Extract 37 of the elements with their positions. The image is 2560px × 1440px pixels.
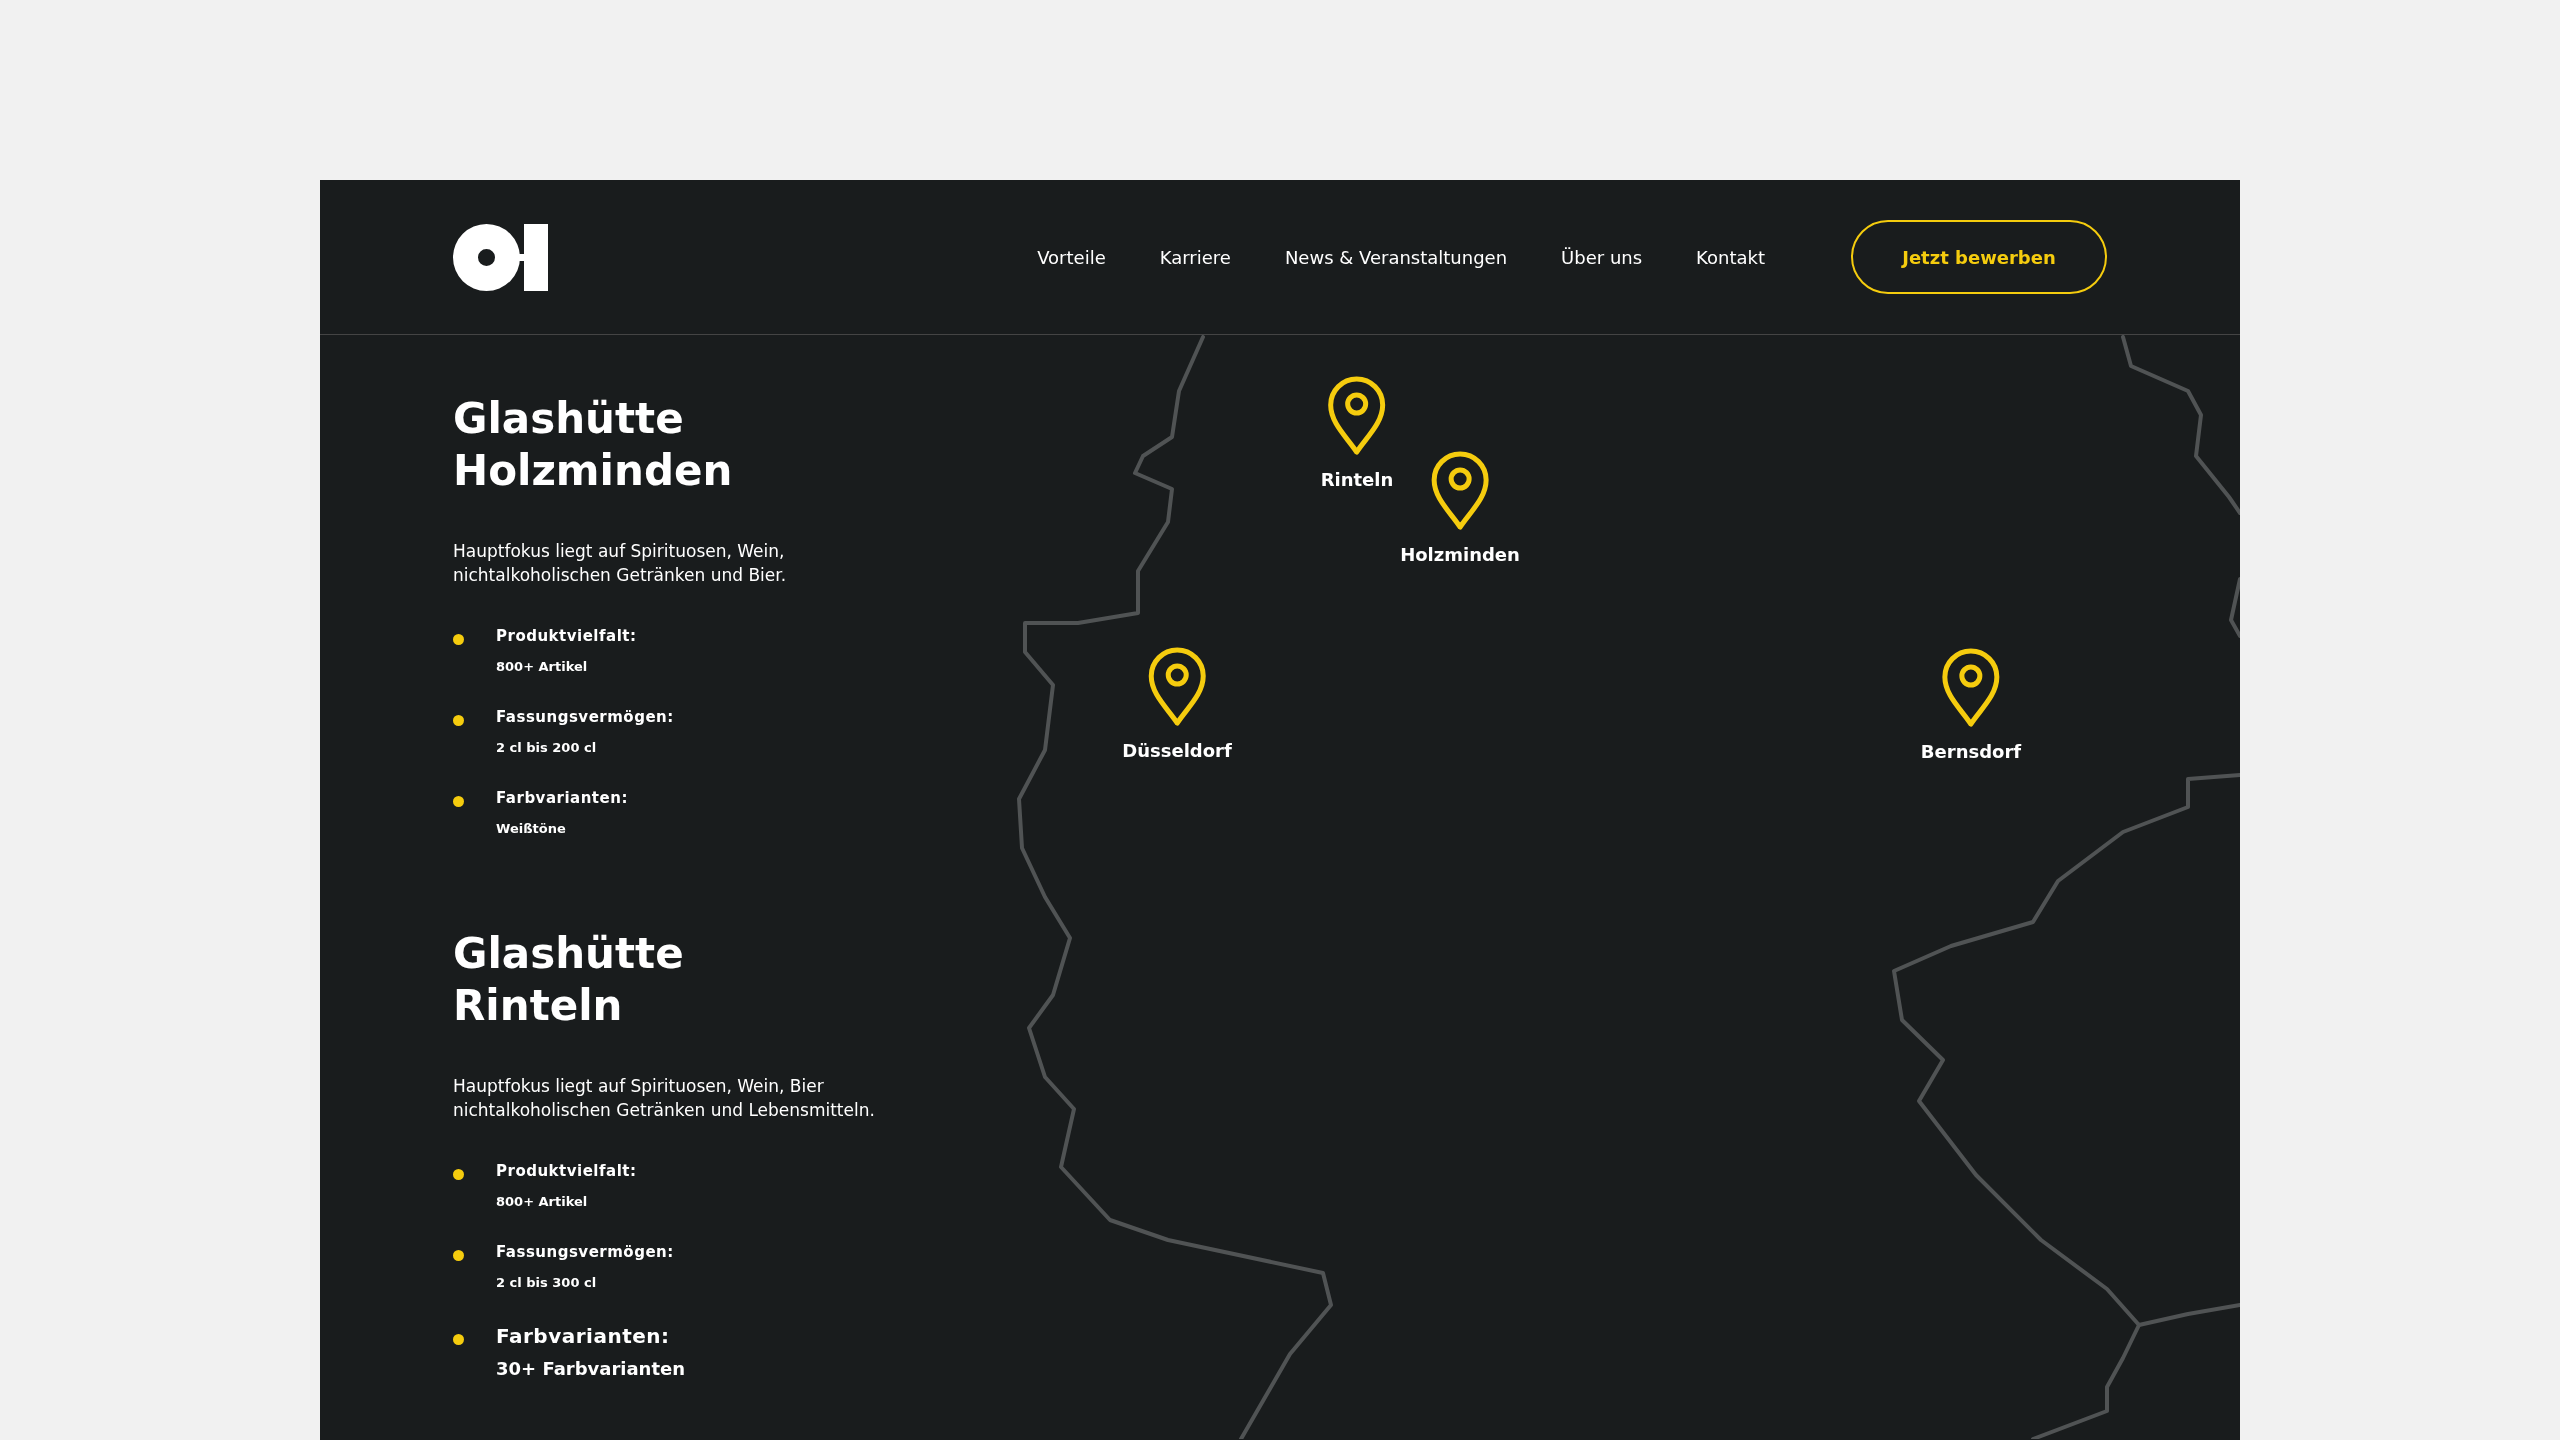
city-label: Düsseldorf bbox=[1122, 740, 1232, 761]
nav-link[interactable]: Kontakt bbox=[1696, 246, 1765, 268]
bullet-icon bbox=[453, 1169, 464, 1180]
nav-link[interactable]: Karriere bbox=[1159, 246, 1231, 268]
plant-description: Hauptfokus liegt auf Spirituosen, Wein, Bier nichtalkoholischen Getränken und Lebensmitteln. bbox=[453, 1075, 876, 1122]
fact-label: Fassungsvermögen: bbox=[496, 708, 674, 726]
plant-title: Glashütte Rinteln bbox=[453, 928, 685, 1032]
fact-label: Produktvielfalt: bbox=[496, 627, 637, 645]
plant-title: Glashütte Holzminden bbox=[453, 393, 734, 497]
city-label: Holzminden bbox=[1400, 544, 1520, 565]
bullet-icon bbox=[453, 796, 464, 807]
bullet-icon bbox=[453, 715, 464, 726]
fact-label: Farbvarianten: bbox=[496, 1324, 671, 1348]
nav-link[interactable]: Vorteile bbox=[1037, 246, 1106, 268]
nav-link[interactable]: Über uns bbox=[1561, 246, 1643, 268]
location-pin-icon[interactable] bbox=[1941, 647, 2001, 727]
location-pin-icon[interactable] bbox=[1430, 450, 1490, 530]
fact-value: 800+ Artikel bbox=[496, 1194, 589, 1209]
fact-value: 2 cl bis 200 cl bbox=[496, 740, 598, 755]
fact-value: 800+ Artikel bbox=[496, 659, 589, 674]
location-pin-icon[interactable] bbox=[1147, 646, 1207, 726]
plant-description: Hauptfokus liegt auf Spirituosen, Wein, nichtalkoholischen Getränken und Bier. bbox=[453, 540, 788, 587]
bullet-icon bbox=[453, 634, 464, 645]
city-label: Bernsdorf bbox=[1920, 741, 2022, 762]
bullet-icon bbox=[453, 1334, 464, 1345]
fact-value: 30+ Farbvarianten bbox=[496, 1358, 686, 1379]
apply-button[interactable]: Jetzt bewerben bbox=[1851, 220, 2107, 294]
logo[interactable] bbox=[453, 223, 548, 291]
city-label: Rinteln bbox=[1320, 469, 1394, 490]
fact-value: 2 cl bis 300 cl bbox=[496, 1275, 598, 1290]
bullet-icon bbox=[453, 1250, 464, 1261]
fact-label: Farbvarianten: bbox=[496, 789, 628, 807]
location-pin-icon[interactable] bbox=[1327, 375, 1387, 455]
fact-label: Produktvielfalt: bbox=[496, 1162, 637, 1180]
nav-link[interactable]: News & Veranstaltungen bbox=[1284, 246, 1508, 268]
fact-label: Fassungsvermögen: bbox=[496, 1243, 674, 1261]
fact-value: Weißtöne bbox=[496, 821, 567, 836]
